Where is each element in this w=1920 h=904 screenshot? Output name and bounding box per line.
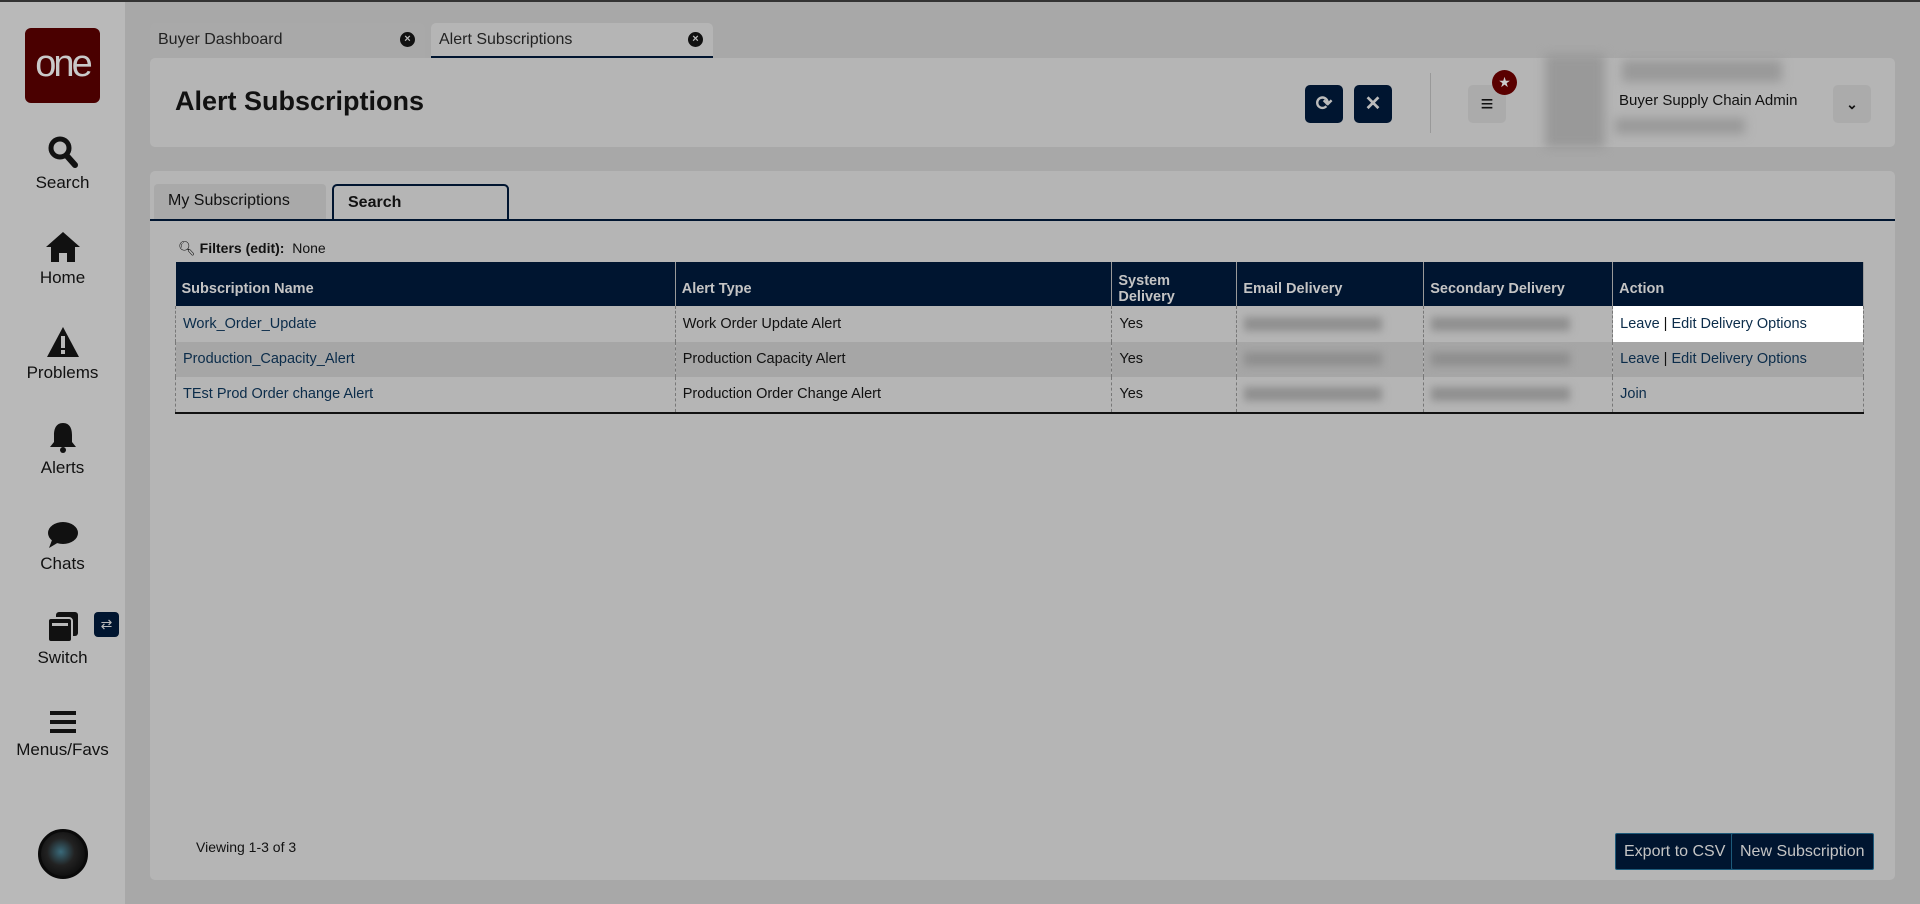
- sidebar-item-home[interactable]: Home: [0, 230, 125, 288]
- page-header: Alert Subscriptions ⟳ ✕ ≡ ★ Buyer Supply…: [150, 54, 1895, 148]
- filters-value: None: [292, 240, 326, 256]
- leave-link[interactable]: Leave: [1620, 316, 1660, 332]
- tab-underline: [150, 219, 1895, 221]
- sidebar-item-label: Menus/Favs: [16, 740, 109, 759]
- system-delivery: Yes: [1111, 341, 1238, 377]
- sidebar-item-search[interactable]: Search: [0, 135, 125, 193]
- table-row: Production_Capacity_Alert Production Cap…: [175, 341, 1864, 377]
- column-header[interactable]: System Delivery: [1111, 262, 1238, 306]
- filters-bar: 🔍︎ Filters (edit): None: [178, 240, 326, 257]
- separator: |: [1663, 315, 1668, 332]
- subscriptions-table: Subscription Name Alert Type System Deli…: [175, 262, 1864, 414]
- refresh-button[interactable]: ⟳: [1305, 85, 1343, 123]
- search-icon: [48, 136, 78, 168]
- secondary-delivery-redacted: [1423, 377, 1614, 414]
- sidebar-item-problems[interactable]: Problems: [0, 325, 125, 383]
- user-org-redacted: [1615, 118, 1745, 134]
- action-cell: Leave | Edit Delivery Options: [1612, 306, 1864, 342]
- subtab-my-subscriptions[interactable]: My Subscriptions: [154, 184, 326, 220]
- assistant-avatar[interactable]: [38, 829, 88, 879]
- user-role: Buyer Supply Chain Admin: [1619, 92, 1798, 109]
- export-csv-button[interactable]: Export to CSV: [1615, 833, 1735, 870]
- page-title: Alert Subscriptions: [175, 86, 425, 116]
- sidebar-item-label: Chats: [40, 554, 85, 573]
- sidebar-item-label: Home: [39, 268, 86, 287]
- tab-label: Alert Subscriptions: [439, 31, 573, 48]
- sidebar-item-label: Problems: [26, 363, 99, 382]
- close-tab-icon[interactable]: ×: [688, 32, 703, 47]
- subtab-search[interactable]: Search: [332, 184, 509, 221]
- close-button[interactable]: ✕: [1354, 85, 1392, 123]
- sidebar-item-label: Switch: [37, 648, 88, 667]
- menu-icon: [49, 711, 76, 733]
- filters-edit-link[interactable]: Filters (edit):: [200, 240, 285, 256]
- column-header[interactable]: Email Delivery: [1236, 262, 1425, 306]
- warning-icon: [46, 327, 79, 357]
- subscription-name-link[interactable]: TEst Prod Order change Alert: [183, 386, 373, 402]
- sidebar-item-chats[interactable]: Chats: [0, 520, 125, 574]
- switch-icon: [46, 612, 78, 643]
- action-cell: Leave | Edit Delivery Options: [1612, 341, 1864, 377]
- column-header[interactable]: Action: [1612, 262, 1864, 306]
- sidebar-item-label: Search: [35, 173, 90, 192]
- home-icon: [45, 232, 80, 262]
- sidebar-item-alerts[interactable]: Alerts: [0, 420, 125, 478]
- secondary-delivery-redacted: [1423, 341, 1614, 377]
- viewing-count: Viewing 1-3 of 3: [196, 839, 297, 855]
- column-header[interactable]: Alert Type: [675, 262, 1113, 306]
- column-header[interactable]: Subscription Name: [175, 262, 676, 306]
- new-subscription-button[interactable]: New Subscription: [1731, 833, 1874, 870]
- system-delivery: Yes: [1111, 377, 1238, 414]
- email-delivery-redacted: [1236, 377, 1425, 414]
- chat-icon: [47, 522, 78, 548]
- join-link[interactable]: Join: [1620, 386, 1647, 402]
- subscription-name-link[interactable]: Work_Order_Update: [183, 316, 317, 332]
- system-delivery: Yes: [1111, 306, 1238, 342]
- star-icon: ★: [1492, 70, 1517, 95]
- column-header[interactable]: Secondary Delivery: [1423, 262, 1614, 306]
- separator: |: [1663, 351, 1668, 368]
- bell-icon: [49, 423, 76, 453]
- tab-alert-subscriptions[interactable]: Alert Subscriptions ×: [431, 23, 713, 58]
- tab-label: Buyer Dashboard: [158, 31, 283, 48]
- sidebar: one Search Home Problems Alerts Chats Sw…: [0, 2, 125, 904]
- user-dropdown-button[interactable]: ⌄: [1833, 85, 1871, 123]
- leave-link[interactable]: Leave: [1620, 351, 1660, 367]
- sidebar-item-menus-favs[interactable]: Menus/Favs: [0, 708, 125, 760]
- switch-arrows-icon[interactable]: ⇄: [94, 612, 119, 637]
- email-delivery-redacted: [1236, 341, 1425, 377]
- tab-buyer-dashboard[interactable]: Buyer Dashboard ×: [150, 23, 425, 58]
- table-row: Work_Order_Update Work Order Update Aler…: [175, 306, 1864, 342]
- subscription-name-link[interactable]: Production_Capacity_Alert: [183, 351, 355, 367]
- user-name-redacted: [1622, 60, 1782, 82]
- alert-type: Production Order Change Alert: [675, 377, 1113, 414]
- close-tab-icon[interactable]: ×: [400, 32, 415, 47]
- user-avatar[interactable]: [1545, 54, 1605, 148]
- search-icon: 🔍︎: [178, 240, 196, 256]
- action-cell: Join: [1612, 377, 1864, 414]
- edit-delivery-options-link[interactable]: Edit Delivery Options: [1671, 351, 1806, 367]
- content-panel: My Subscriptions Search 🔍︎ Filters (edit…: [150, 171, 1895, 880]
- logo[interactable]: one: [25, 28, 100, 103]
- alert-type: Work Order Update Alert: [675, 306, 1113, 342]
- table-row: TEst Prod Order change Alert Production …: [175, 377, 1864, 414]
- alert-type: Production Capacity Alert: [675, 341, 1113, 377]
- sidebar-item-label: Alerts: [40, 458, 85, 477]
- edit-delivery-options-link[interactable]: Edit Delivery Options: [1671, 316, 1806, 332]
- secondary-delivery-redacted: [1423, 306, 1614, 342]
- email-delivery-redacted: [1236, 306, 1425, 342]
- divider: [1430, 73, 1431, 133]
